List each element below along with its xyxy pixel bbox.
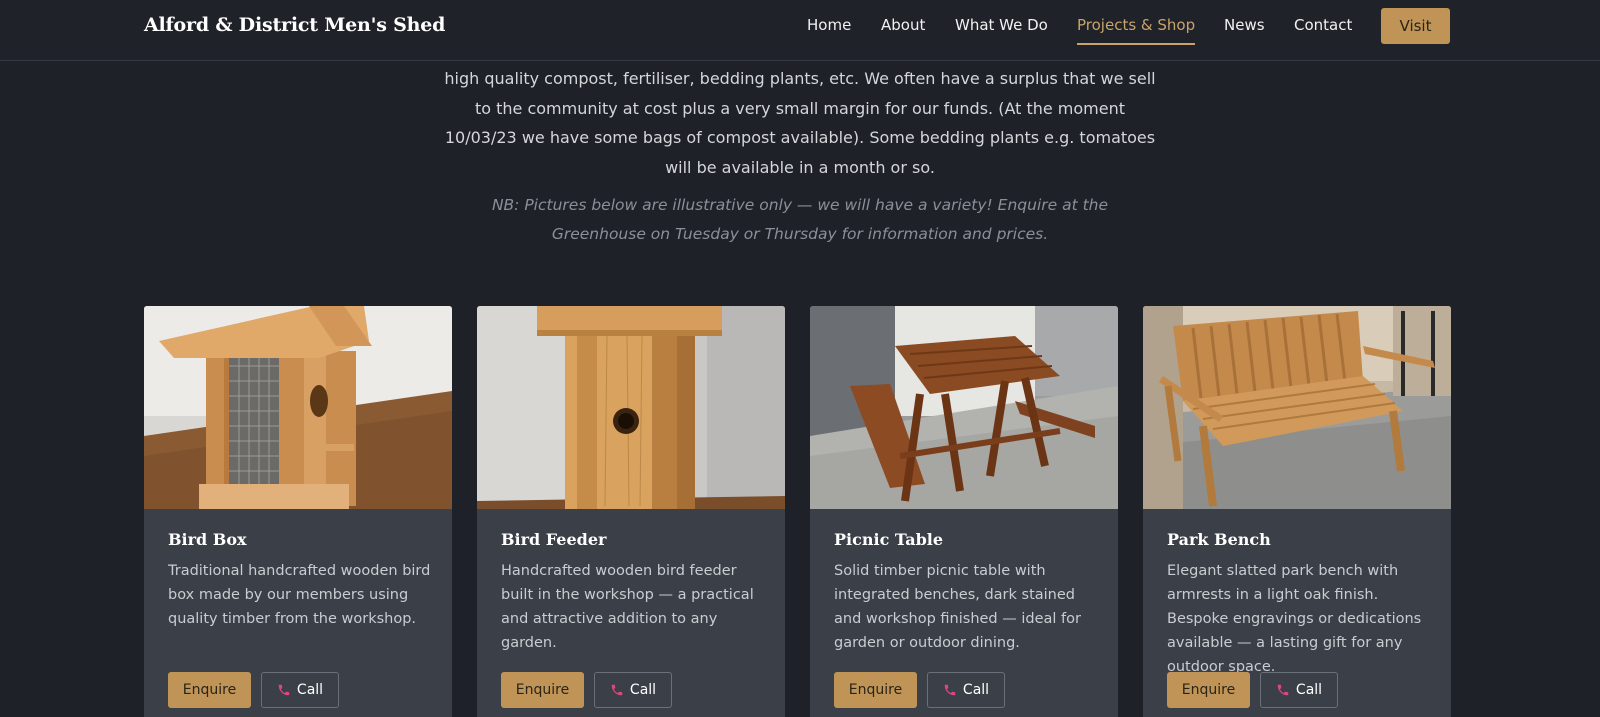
top-navigation-bar: Alford & District Men's Shed Home About … [0,0,1600,61]
enquire-button[interactable]: Enquire [168,672,251,708]
nav-about[interactable]: About [881,16,925,40]
card-description: Solid timber picnic table with integrate… [834,563,1081,651]
call-label: Call [629,682,657,698]
phone-icon [611,684,623,696]
phone-icon [944,684,956,696]
call-button[interactable]: Call [1260,672,1338,708]
call-label: Call [962,682,990,698]
enquire-button[interactable]: Enquire [1167,672,1250,708]
picnic-table-image [810,306,1118,509]
product-card-bird-feeder: Bird Feeder Handcrafted wooden bird feed… [477,306,785,717]
nav-what-we-do[interactable]: What We Do [955,16,1048,40]
phone-icon [1277,684,1289,696]
card-title: Bird Box [168,530,247,549]
card-description: Handcrafted wooden bird feeder built in … [501,563,754,651]
site-brand[interactable]: Alford & District Men's Shed [144,14,445,36]
call-label: Call [296,682,324,698]
nav-projects-shop[interactable]: Projects & Shop [1077,16,1196,45]
nav-contact[interactable]: Contact [1294,16,1352,40]
product-card-bird-box: Bird Box Traditional handcrafted wooden … [144,306,452,717]
intro-paragraph: high quality compost, fertiliser, beddin… [444,69,1156,177]
call-label: Call [1295,682,1323,698]
card-description: Elegant slatted park bench with armrests… [1167,563,1422,675]
enquire-button[interactable]: Enquire [501,672,584,708]
call-button[interactable]: Call [927,672,1005,708]
phone-icon [278,684,290,696]
enquire-button[interactable]: Enquire [834,672,917,708]
nav-news[interactable]: News [1224,16,1265,40]
bird-box-image [144,306,452,509]
park-bench-image [1143,306,1451,509]
product-card-park-bench: Park Bench Elegant slatted park bench wi… [1143,306,1451,717]
card-title: Picnic Table [834,530,944,549]
product-card-picnic-table: Picnic Table Solid timber picnic table w… [810,306,1118,717]
call-button[interactable]: Call [261,672,339,708]
card-title: Park Bench [1167,530,1271,549]
card-description: Traditional handcrafted wooden bird box … [168,563,431,627]
illustrative-note: NB: Pictures below are illustrative only… [491,196,1109,243]
card-title: Bird Feeder [501,530,607,549]
visit-button[interactable]: Visit [1381,8,1450,44]
nav-home[interactable]: Home [807,16,851,40]
bird-feeder-image [477,306,785,509]
call-button[interactable]: Call [594,672,672,708]
